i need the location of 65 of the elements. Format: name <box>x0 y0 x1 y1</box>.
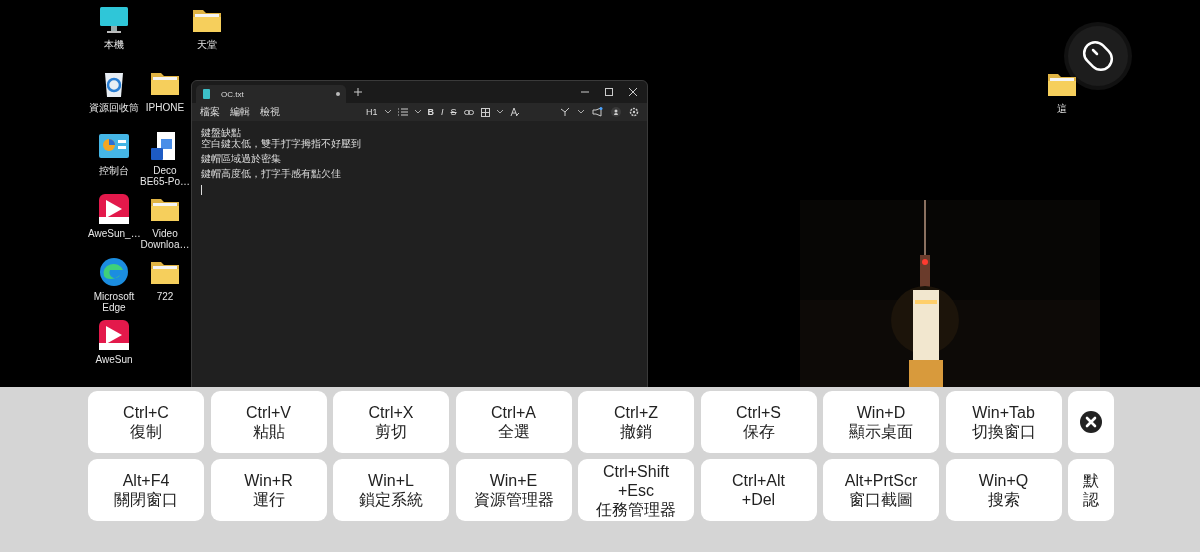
browser-icon <box>98 256 130 288</box>
add-tab-icon <box>354 88 362 96</box>
desktop-icon-label[interactable]: AweSun_… <box>88 228 140 239</box>
bold-button[interactable]: B <box>427 107 434 117</box>
file-tab[interactable]: OC.txt <box>196 85 346 103</box>
desktop-icon-label[interactable]: IPHONE <box>145 102 185 113</box>
shortcut-key[interactable]: Ctrl+Alt +Del <box>700 459 817 521</box>
shortcut-key[interactable]: Ctrl+X 剪切 <box>333 391 449 453</box>
heading-button[interactable]: H1 <box>366 107 378 117</box>
shortcut-key[interactable]: Ctrl+Z 撤銷 <box>578 391 694 453</box>
desktop-icon-label[interactable]: AweSun <box>95 354 133 365</box>
shortcut-key[interactable]: Alt+PrtScr 窗口截圖 <box>823 459 939 521</box>
account-icon <box>611 107 621 117</box>
shortcut-key[interactable]: Win+D 顯示桌面 <box>823 391 939 453</box>
menu-item[interactable]: 檔案 <box>200 105 220 119</box>
text-line: 鍵帽高度低，打字手感有點欠佳 <box>201 168 342 179</box>
italic-button[interactable]: I <box>441 107 444 117</box>
shortcut-key[interactable]: Ctrl+Shift +Esc 任務管理器 <box>578 459 694 521</box>
text-line: 鍵帽區域過於密集 <box>201 153 282 164</box>
link-icon <box>463 108 474 116</box>
mouse-toggle-button[interactable] <box>1068 26 1128 86</box>
desktop-icon-label[interactable]: Microsoft Edge <box>88 291 140 313</box>
desktop-icon-label[interactable]: Video Downloa… <box>139 228 191 250</box>
strikethrough-button[interactable]: S <box>450 107 457 117</box>
megaphone-icon <box>592 107 603 117</box>
notepad-icon <box>202 89 211 99</box>
maximize-icon <box>605 88 613 96</box>
menu-item[interactable]: 編輯 <box>230 105 250 119</box>
close-icon <box>1080 411 1102 433</box>
caret-icon <box>414 110 421 114</box>
text-line: 鍵盤缺點 <box>201 127 241 138</box>
desktop-icon-label[interactable]: 控制台 <box>99 165 129 176</box>
list-icon <box>397 108 408 116</box>
close-icon <box>629 88 637 96</box>
shortcut-key[interactable]: Ctrl+C 復制 <box>88 391 204 453</box>
shortcut-key[interactable]: Ctrl+A 全選 <box>455 391 572 453</box>
format-icon <box>509 107 520 117</box>
shortcut-key[interactable]: Win+Q 搜索 <box>945 459 1062 521</box>
shortcut-key[interactable]: Ctrl+S 保存 <box>700 391 817 453</box>
desktop-icon-label[interactable]: 這 <box>1057 103 1067 114</box>
text-cursor <box>201 185 202 195</box>
menu-item[interactable]: 檢視 <box>260 105 280 119</box>
desktop-icon-label[interactable]: 天堂 <box>197 39 217 50</box>
desktop-icon-label[interactable]: 722 <box>156 291 174 302</box>
monitor-icon <box>98 4 130 36</box>
desktop-icon-label[interactable]: 資源回收筒 <box>89 102 139 113</box>
table-icon <box>480 107 490 117</box>
default-key[interactable]: 默認 <box>1068 459 1114 521</box>
close-key[interactable] <box>1068 391 1114 453</box>
shortcut-key[interactable]: Win+E 資源管理器 <box>455 459 572 521</box>
text-line: 空白鍵太低，雙手打字拇指不好壓到 <box>201 138 362 149</box>
caret-icon <box>384 110 391 114</box>
shortcut-key[interactable]: Win+R 運行 <box>210 459 327 521</box>
app-icon <box>98 319 130 351</box>
settings-icon <box>629 107 639 117</box>
caret-icon <box>496 110 503 114</box>
desktop-icon-label[interactable]: Deco BE65-Po… <box>139 165 191 187</box>
app-icon <box>98 193 130 225</box>
shortcut-key[interactable]: Win+Tab 切換窗口 <box>945 391 1062 453</box>
desktop-icon-label[interactable]: 本機 <box>104 39 124 50</box>
shortcut-key[interactable]: Win+L 鎖定系統 <box>333 459 449 521</box>
caret-icon <box>578 110 584 114</box>
shortcut-key[interactable]: Ctrl+V 粘貼 <box>210 391 327 453</box>
minimize-icon <box>581 88 589 96</box>
shortcut-key[interactable]: Alt+F4 關閉窗口 <box>88 459 204 521</box>
